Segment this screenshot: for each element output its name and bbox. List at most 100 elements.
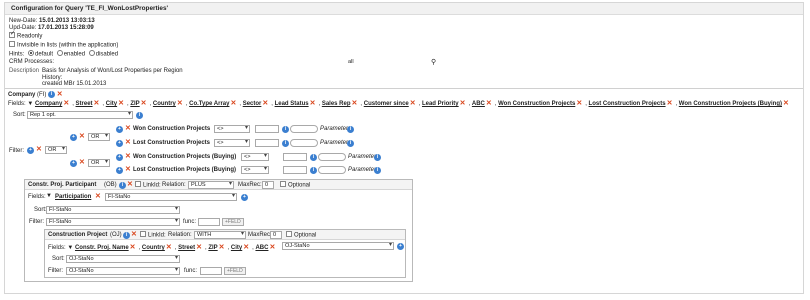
- project-sort-select[interactable]: OJ-StaNo: [66, 255, 180, 263]
- participant-optional-checkbox[interactable]: [280, 181, 286, 187]
- project-field-select[interactable]: OJ-StaNo: [282, 242, 394, 250]
- participant-filter-select[interactable]: FI-StaNo: [46, 218, 180, 226]
- cond-operator[interactable]: <>: [214, 125, 250, 133]
- company-field[interactable]: Lead Priority: [422, 101, 459, 107]
- group1-delete-icon[interactable]: ✕: [79, 132, 85, 140]
- project-field[interactable]: Constr. Proj. Name: [75, 245, 129, 251]
- cond-param-info-icon[interactable]: i: [347, 126, 354, 133]
- cond-value[interactable]: [255, 125, 279, 133]
- search-icon[interactable]: ⚲: [431, 58, 436, 66]
- remove-field-icon[interactable]: ✕: [269, 244, 275, 251]
- company-field[interactable]: City: [106, 101, 117, 107]
- remove-field-icon[interactable]: ✕: [310, 100, 316, 107]
- company-field[interactable]: Company: [35, 101, 62, 107]
- cond-add-icon[interactable]: +: [116, 140, 123, 147]
- cond-param-icon[interactable]: i: [282, 126, 289, 133]
- readonly-checkbox[interactable]: [9, 30, 15, 38]
- remove-field-icon[interactable]: ✕: [177, 100, 183, 107]
- remove-field-icon[interactable]: ✕: [118, 100, 124, 107]
- company-field[interactable]: Lead Status: [275, 101, 309, 107]
- filter-add-icon[interactable]: +: [27, 147, 34, 154]
- hints-enabled-radio[interactable]: [56, 50, 63, 56]
- project-field-add-icon[interactable]: +: [397, 243, 404, 250]
- remove-field-icon[interactable]: ✕: [262, 100, 268, 107]
- participant-field-remove-icon[interactable]: ✕: [95, 192, 101, 200]
- cond-param-info-icon[interactable]: i: [347, 140, 354, 147]
- cond-param-field[interactable]: [318, 153, 346, 161]
- project-field[interactable]: City: [231, 245, 242, 251]
- remove-field-icon[interactable]: ✕: [219, 244, 225, 251]
- project-maxrec-input[interactable]: 0: [270, 231, 282, 239]
- group1-operator[interactable]: OR: [88, 133, 110, 141]
- remove-field-icon[interactable]: ✕: [486, 100, 492, 107]
- project-relation-select[interactable]: WITH: [194, 231, 246, 239]
- remove-field-icon[interactable]: ✕: [352, 100, 358, 107]
- project-info-icon[interactable]: i: [123, 232, 130, 239]
- participant-info-icon[interactable]: i: [119, 182, 126, 189]
- company-sort-select[interactable]: Rep 1 opt.: [27, 111, 133, 119]
- cond-delete-icon[interactable]: ✕: [125, 124, 131, 132]
- invisible-checkbox[interactable]: [9, 41, 15, 47]
- cond-value[interactable]: [255, 139, 279, 147]
- remove-field-icon[interactable]: ✕: [63, 100, 69, 107]
- group1-add-icon[interactable]: +: [70, 134, 77, 141]
- project-field[interactable]: Country: [142, 245, 165, 251]
- cond-param-field[interactable]: [318, 166, 346, 174]
- cond-value[interactable]: [283, 153, 307, 161]
- company-field[interactable]: Lost Construction Projects: [589, 101, 666, 107]
- project-optional-checkbox[interactable]: [286, 231, 292, 237]
- group2-add-icon[interactable]: +: [70, 160, 77, 167]
- project-field[interactable]: ZIP: [208, 245, 217, 251]
- cond-param-info-icon[interactable]: i: [374, 154, 381, 161]
- cond-add-icon[interactable]: +: [116, 154, 123, 161]
- cond-delete-icon[interactable]: ✕: [125, 152, 131, 160]
- remove-field-icon[interactable]: ✕: [667, 100, 673, 107]
- project-field[interactable]: Street: [178, 245, 195, 251]
- fields-chevron-icon[interactable]: ▼: [27, 101, 33, 107]
- remove-field-icon[interactable]: ✕: [196, 244, 202, 251]
- hints-disabled-radio[interactable]: [88, 50, 95, 56]
- cond-operator[interactable]: <>: [241, 166, 269, 174]
- cond-add-icon[interactable]: +: [116, 126, 123, 133]
- filter-delete-icon[interactable]: ✕: [36, 145, 42, 153]
- cond-operator[interactable]: <>: [214, 139, 250, 147]
- project-fields-chevron-icon[interactable]: ▼: [67, 245, 73, 251]
- participant-maxrec-input[interactable]: 0: [262, 181, 274, 189]
- remove-field-icon[interactable]: ✕: [460, 100, 466, 107]
- remove-field-icon[interactable]: ✕: [166, 244, 172, 251]
- cond-param-icon[interactable]: i: [310, 154, 317, 161]
- cond-param-info-icon[interactable]: i: [374, 167, 381, 174]
- company-field[interactable]: Won Construction Projects (Buying): [679, 101, 782, 107]
- remove-field-icon[interactable]: ✕: [141, 100, 147, 107]
- company-field[interactable]: ABC: [472, 101, 485, 107]
- participant-add-field-button[interactable]: +FELD: [222, 218, 244, 226]
- company-info-icon[interactable]: i: [48, 90, 56, 98]
- company-field[interactable]: Won Construction Projects: [498, 101, 575, 107]
- company-field[interactable]: Co.Type Array: [189, 101, 229, 107]
- remove-field-icon[interactable]: ✕: [243, 244, 249, 251]
- crm-processes-field[interactable]: all: [345, 58, 441, 66]
- company-field[interactable]: Country: [153, 101, 176, 107]
- group2-operator[interactable]: OR: [88, 159, 110, 167]
- participant-sort-select[interactable]: FI-StaNo: [46, 206, 180, 214]
- cond-param-icon[interactable]: i: [282, 140, 289, 147]
- remove-field-icon[interactable]: ✕: [94, 100, 100, 107]
- filter-root-operator[interactable]: OR: [45, 146, 67, 154]
- company-field[interactable]: Sales Rep: [322, 101, 351, 107]
- participant-func-input[interactable]: [198, 218, 220, 226]
- project-filter-select[interactable]: OJ-StaNo: [66, 267, 180, 275]
- remove-field-icon[interactable]: ✕: [410, 100, 416, 107]
- project-delete-icon[interactable]: ✕: [131, 230, 137, 238]
- cond-delete-icon[interactable]: ✕: [125, 138, 131, 146]
- cond-add-icon[interactable]: +: [116, 167, 123, 174]
- participant-delete-icon[interactable]: ✕: [127, 180, 133, 188]
- company-field[interactable]: ZIP: [130, 101, 139, 107]
- remove-field-icon[interactable]: ✕: [783, 100, 789, 107]
- cond-value[interactable]: [283, 166, 307, 174]
- company-field[interactable]: Sector: [243, 101, 262, 107]
- cond-param-icon[interactable]: i: [310, 167, 317, 174]
- sort-info-icon[interactable]: i: [136, 112, 143, 119]
- project-field[interactable]: ABC: [255, 245, 268, 251]
- remove-field-icon[interactable]: ✕: [230, 100, 236, 107]
- cond-delete-icon[interactable]: ✕: [125, 165, 131, 173]
